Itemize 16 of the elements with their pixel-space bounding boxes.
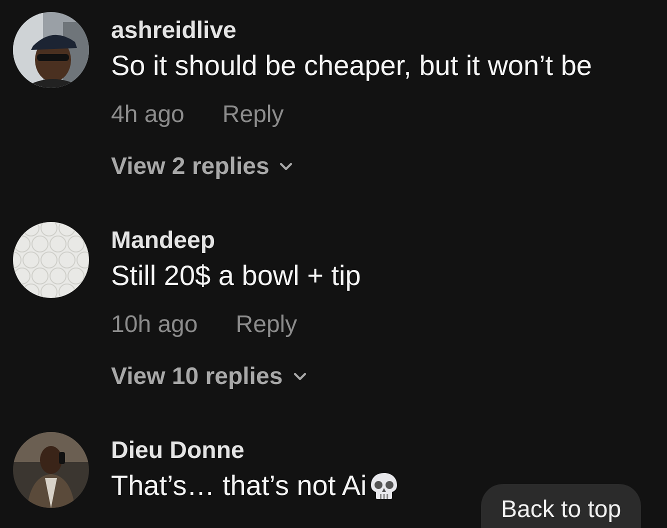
reply-link[interactable]: Reply bbox=[222, 100, 284, 130]
view-replies-button[interactable]: View 2 replies bbox=[111, 152, 294, 182]
comment-text: Still 20$ a bowl + tip bbox=[111, 259, 361, 293]
comment-text: So it should be cheaper, but it won’t be bbox=[111, 49, 592, 83]
username[interactable]: Dieu Donne bbox=[111, 436, 244, 466]
username[interactable]: Mandeep bbox=[111, 226, 216, 256]
back-to-top-button[interactable]: Back to top bbox=[481, 484, 642, 528]
comment-text: That’s… that’s not Ai bbox=[111, 469, 367, 503]
chevron-down-icon bbox=[292, 372, 307, 382]
reply-link[interactable]: Reply bbox=[236, 310, 298, 340]
view-replies-button[interactable]: View 10 replies bbox=[111, 362, 307, 392]
skull-icon bbox=[368, 471, 399, 501]
timestamp: 4h ago bbox=[111, 100, 184, 130]
username[interactable]: ashreidlive bbox=[111, 16, 236, 46]
timestamp: 10h ago bbox=[111, 310, 198, 340]
chevron-down-icon bbox=[279, 162, 294, 172]
